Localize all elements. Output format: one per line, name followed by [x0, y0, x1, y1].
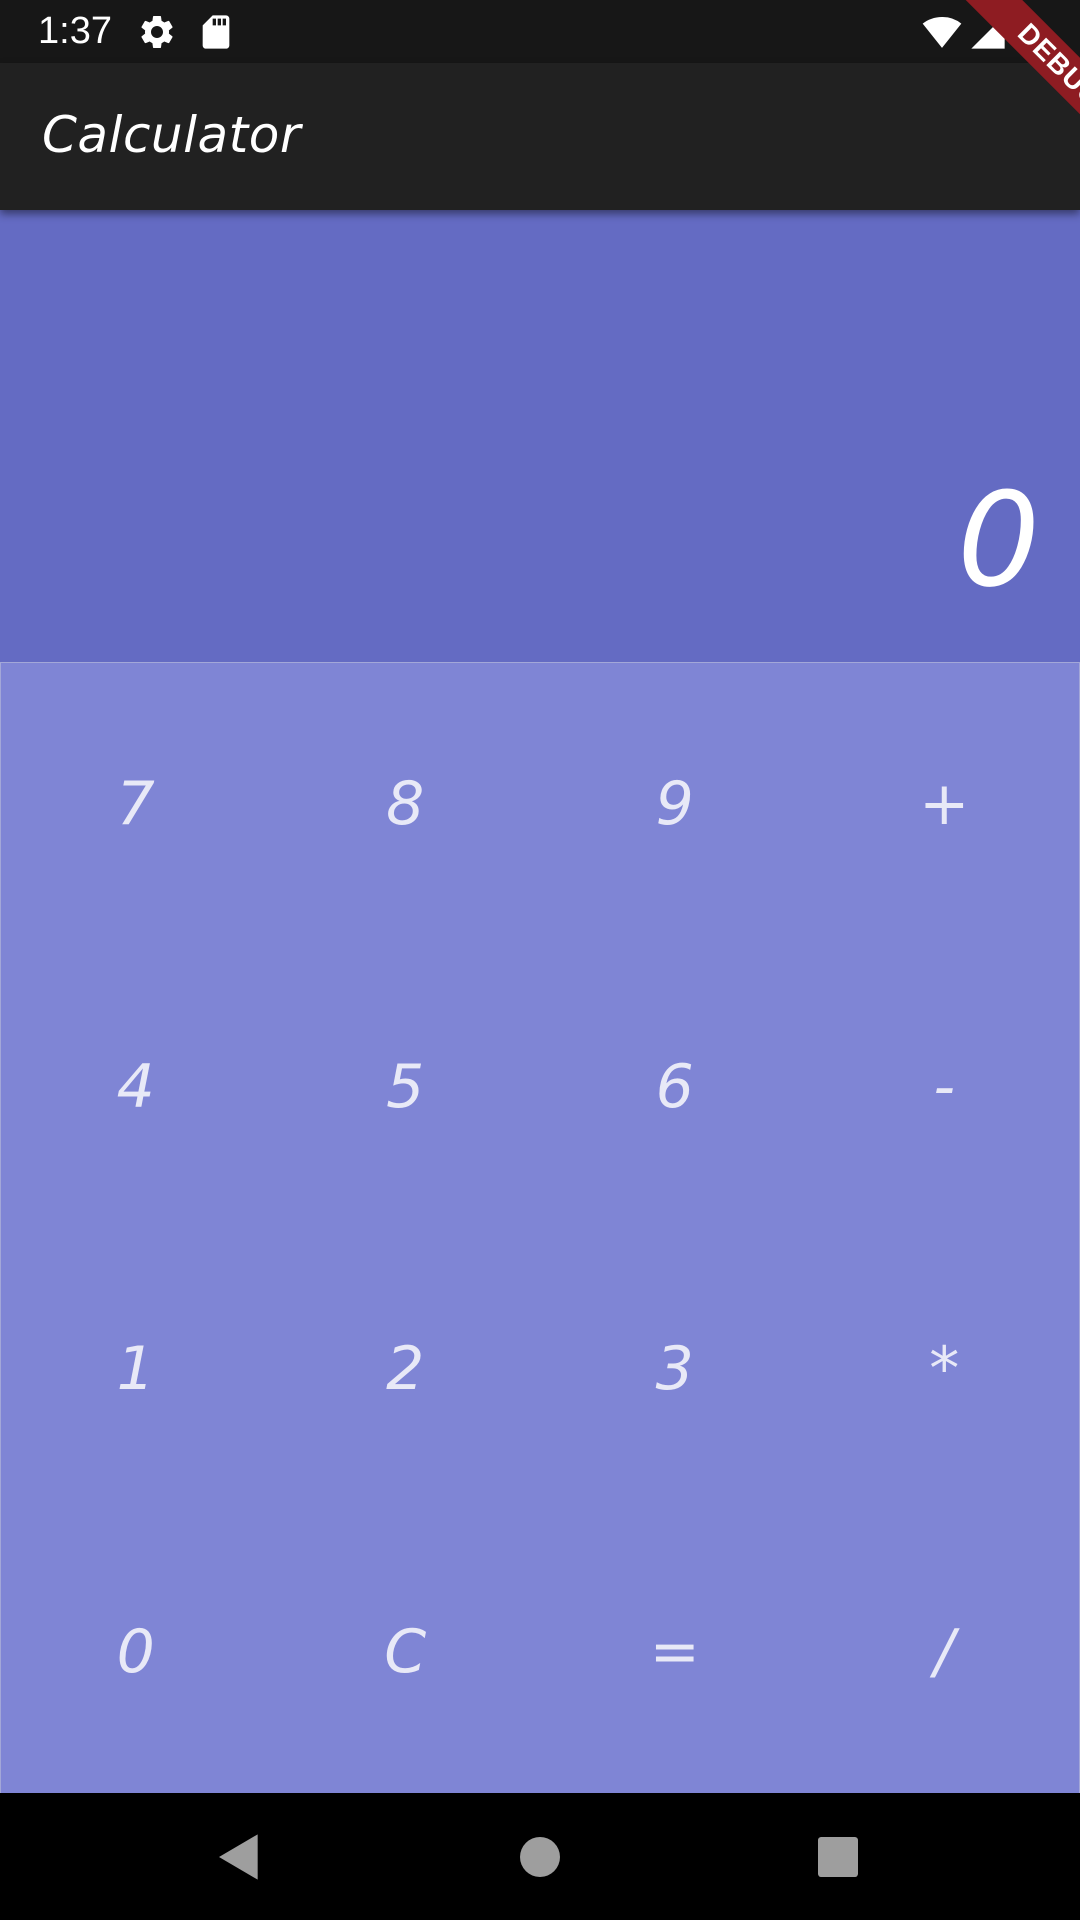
status-bar: 1:37: [0, 0, 1080, 63]
app-bar: Calculator: [0, 63, 1080, 210]
key-5[interactable]: 5: [271, 946, 541, 1229]
key-multiply[interactable]: *: [810, 1228, 1080, 1511]
keypad: 7 8 9 + 4 5 6 - 1 2 3 * 0 C = /: [0, 662, 1080, 1794]
key-minus[interactable]: -: [810, 946, 1080, 1229]
status-time: 1:37: [38, 10, 112, 52]
key-0[interactable]: 0: [1, 1511, 271, 1794]
key-7[interactable]: 7: [1, 663, 271, 946]
battery-charging-icon: [1012, 12, 1050, 52]
key-equals[interactable]: =: [540, 1511, 810, 1794]
key-3[interactable]: 3: [540, 1228, 810, 1511]
key-divide[interactable]: /: [810, 1511, 1080, 1794]
key-8[interactable]: 8: [271, 663, 541, 946]
key-clear[interactable]: C: [271, 1511, 541, 1794]
key-9[interactable]: 9: [540, 663, 810, 946]
nav-bar: [0, 1793, 1080, 1920]
signal-icon: [968, 12, 1008, 52]
key-6[interactable]: 6: [540, 946, 810, 1229]
app-title: Calculator: [42, 106, 301, 164]
key-2[interactable]: 2: [271, 1228, 541, 1511]
key-1[interactable]: 1: [1, 1228, 271, 1511]
screen: 1:37 Calculator DEBUG 0 7 8 9 + 4 5 6 - …: [0, 0, 1080, 1920]
key-4[interactable]: 4: [1, 946, 271, 1229]
recents-icon[interactable]: [806, 1825, 870, 1889]
display-value: 0: [957, 464, 1040, 616]
key-plus[interactable]: +: [810, 663, 1080, 946]
calculator-display: 0: [0, 210, 1080, 662]
sd-card-icon: [196, 12, 236, 52]
gear-icon: [137, 12, 177, 52]
wifi-icon: [920, 12, 964, 52]
home-icon[interactable]: [508, 1825, 572, 1889]
back-icon[interactable]: [207, 1825, 271, 1889]
